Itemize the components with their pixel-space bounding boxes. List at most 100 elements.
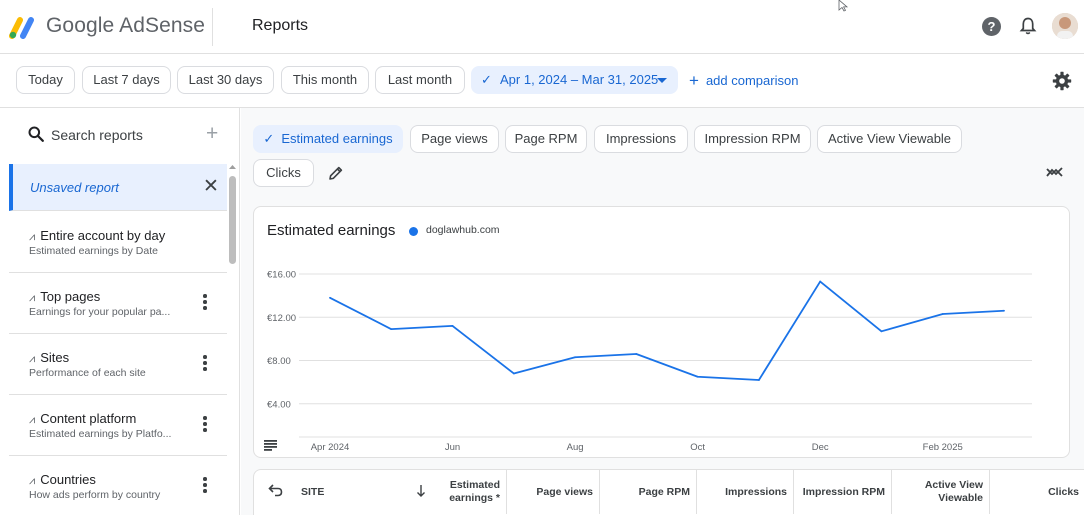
page-title: Reports bbox=[252, 17, 309, 34]
report-title: ⩘ Top pages bbox=[29, 289, 101, 304]
metric-chip-clicks[interactable]: Clicks bbox=[253, 159, 314, 187]
help-icon[interactable]: ? bbox=[982, 17, 1001, 36]
date-chip-last-30-days[interactable]: Last 30 days bbox=[177, 66, 274, 94]
trend-spark-icon: ⩘ bbox=[29, 475, 36, 487]
x-tick-label: Feb 2025 bbox=[923, 442, 963, 453]
date-range-picker[interactable]: ✓ Apr 1, 2024 – Mar 31, 2025 bbox=[471, 66, 678, 94]
x-tick-label: Oct bbox=[690, 442, 705, 453]
metric-chip-active-view-viewable[interactable]: Active View Viewable bbox=[817, 125, 962, 153]
column-header-impressions[interactable]: Impressions bbox=[697, 470, 794, 514]
avatar-photo-icon bbox=[1052, 13, 1078, 39]
legend-series-dot bbox=[409, 227, 418, 236]
metric-chip-estimated-earnings[interactable]: ✓ Estimated earnings bbox=[253, 125, 403, 153]
sidebar-item-content-platform[interactable]: ⩘ Content platform Estimated earnings by … bbox=[9, 395, 227, 456]
data-point[interactable] bbox=[451, 325, 454, 327]
more-options-icon[interactable] bbox=[203, 416, 207, 432]
report-subtitle: Estimated earnings by Date bbox=[29, 245, 158, 257]
user-avatar[interactable] bbox=[1052, 13, 1078, 39]
reports-sidebar: + Unsaved report ✕ ⩘Entire account by da… bbox=[0, 108, 240, 515]
more-options-icon[interactable] bbox=[203, 355, 207, 371]
sidebar-item-entire-account-by-day[interactable]: ⩘ Entire account by day Estimated earning… bbox=[9, 212, 227, 273]
sidebar-item-unsaved-report[interactable]: Unsaved report ✕ bbox=[9, 164, 227, 211]
sidebar-item-sites[interactable]: ⩘ Sites Performance of each site bbox=[9, 334, 227, 395]
topbar-divider bbox=[212, 8, 213, 46]
more-options-icon[interactable] bbox=[203, 477, 207, 493]
report-subtitle: Estimated earnings by Platfo... bbox=[29, 428, 172, 440]
brand-name[interactable]: Google AdSense bbox=[46, 14, 205, 38]
report-title: ⩘ Entire account by day bbox=[29, 228, 166, 243]
close-icon[interactable]: ✕ bbox=[203, 175, 219, 198]
check-icon: ✓ bbox=[481, 72, 492, 87]
metric-chip-impressions[interactable]: Impressions bbox=[594, 125, 688, 153]
report-title: ⩘ Sites bbox=[29, 350, 70, 365]
report-subtitle: How ads perform by country bbox=[29, 489, 161, 501]
earnings-line-chart: €4.00 €8.00 €12.00 €16.00 Apr 2024 Jun Aug Oct D… bbox=[267, 270, 1032, 453]
trend-chart-toggle-icon[interactable] bbox=[1046, 166, 1064, 178]
metric-chip-page-views[interactable]: Page views bbox=[410, 125, 499, 153]
edit-pencil-icon[interactable] bbox=[328, 165, 344, 181]
unsaved-report-label: Unsaved report bbox=[30, 180, 119, 195]
series-line[interactable] bbox=[329, 280, 1005, 381]
report-subtitle: Earnings for your popular pa... bbox=[29, 306, 171, 318]
data-point[interactable] bbox=[880, 330, 883, 333]
y-tick-label: €16.00 bbox=[267, 270, 296, 281]
data-point[interactable] bbox=[574, 356, 576, 359]
earnings-chart-card: €4.00 €8.00 €12.00 €16.00 Apr 2024 Jun Aug Oct D… bbox=[253, 206, 1070, 458]
data-point[interactable] bbox=[635, 353, 638, 355]
scroll-up-arrow-icon[interactable] bbox=[228, 164, 237, 170]
date-chip-last-7-days[interactable]: Last 7 days bbox=[82, 66, 171, 94]
x-tick-label: Dec bbox=[812, 442, 829, 453]
report-title: ⩘ Content platform bbox=[29, 411, 137, 426]
data-point[interactable] bbox=[1003, 309, 1005, 312]
y-tick-label: €12.00 bbox=[267, 313, 296, 324]
y-tick-label: €8.00 bbox=[267, 356, 291, 367]
data-point[interactable] bbox=[696, 375, 699, 378]
report-subtitle: Performance of each site bbox=[29, 367, 146, 379]
date-chip-today[interactable]: Today bbox=[16, 66, 75, 94]
sidebar-scrollbar[interactable] bbox=[229, 176, 236, 264]
data-point[interactable] bbox=[819, 280, 822, 283]
data-point[interactable] bbox=[329, 296, 331, 299]
x-tick-label: Apr 2024 bbox=[311, 442, 350, 453]
top-app-bar: Google AdSense Reports ? bbox=[0, 0, 1084, 54]
data-point[interactable] bbox=[390, 328, 393, 331]
add-report-plus-icon[interactable]: + bbox=[206, 122, 218, 146]
report-title: ⩘ Countries bbox=[29, 472, 96, 487]
more-options-icon[interactable] bbox=[203, 294, 207, 310]
column-header-page-views[interactable]: Page views bbox=[507, 470, 600, 514]
column-header-site[interactable]: SITE bbox=[254, 470, 407, 514]
x-tick-label: Jun bbox=[445, 442, 460, 453]
chart-title: Estimated earnings bbox=[267, 222, 396, 239]
x-tick-label: Aug bbox=[567, 442, 584, 453]
add-comparison-button[interactable]: + add comparison bbox=[689, 71, 798, 91]
metric-chip-page-rpm[interactable]: Page RPM bbox=[505, 125, 587, 153]
data-point[interactable] bbox=[758, 379, 760, 381]
trend-spark-icon: ⩘ bbox=[29, 414, 36, 426]
date-chip-this-month[interactable]: This month bbox=[281, 66, 369, 94]
data-point[interactable] bbox=[941, 313, 944, 315]
notifications-bell-icon[interactable] bbox=[1019, 16, 1037, 36]
adsense-logo-icon[interactable] bbox=[9, 15, 39, 39]
column-header-estimated-earnings[interactable]: Estimated earnings * bbox=[407, 470, 507, 514]
dropdown-caret-icon bbox=[657, 78, 667, 83]
y-tick-label: €4.00 bbox=[267, 399, 291, 410]
date-range-label: Apr 1, 2024 – Mar 31, 2025 bbox=[500, 72, 659, 87]
sidebar-item-top-pages[interactable]: ⩘ Top pages Earnings for your popular pa.… bbox=[9, 273, 227, 334]
report-table: SITE Estimated earnings * Page views Pag… bbox=[253, 469, 1084, 515]
settings-gear-icon[interactable] bbox=[1052, 71, 1072, 91]
add-comparison-label: add comparison bbox=[705, 73, 799, 88]
sidebar-item-countries[interactable]: ⩘ Countries How ads perform by country bbox=[9, 456, 227, 515]
search-reports-input[interactable] bbox=[51, 125, 191, 145]
date-chip-last-month[interactable]: Last month bbox=[375, 66, 465, 94]
mouse-cursor-icon bbox=[838, 0, 849, 12]
trend-spark-icon: ⩘ bbox=[29, 231, 36, 243]
metric-chip-impression-rpm[interactable]: Impression RPM bbox=[694, 125, 811, 153]
plus-icon: + bbox=[689, 71, 699, 90]
column-header-clicks[interactable]: Clicks bbox=[990, 470, 1084, 514]
trend-spark-icon: ⩘ bbox=[29, 292, 36, 304]
column-header-impression-rpm[interactable]: Impression RPM bbox=[794, 470, 892, 514]
data-point[interactable] bbox=[512, 372, 515, 375]
chart-table-toggle-icon[interactable] bbox=[264, 440, 277, 451]
column-header-page-rpm[interactable]: Page RPM bbox=[600, 470, 697, 514]
column-header-active-view-viewable[interactable]: Active View Viewable bbox=[892, 470, 990, 514]
